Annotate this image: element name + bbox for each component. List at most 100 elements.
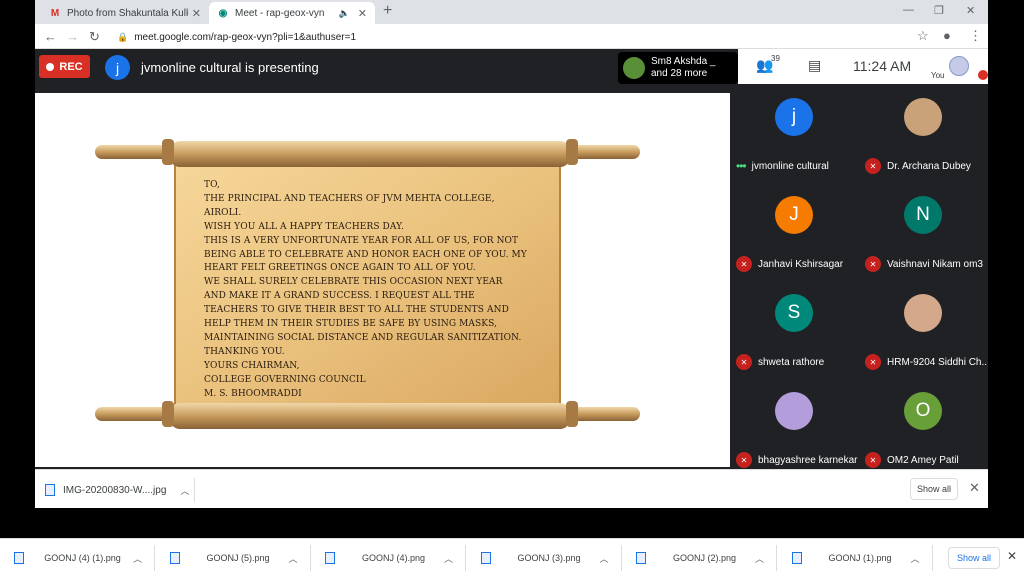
download-filename: IMG-20200830-W....jpg [63,484,167,496]
close-icon[interactable]: ✕ [969,480,980,496]
png-file-icon [14,552,24,564]
mic-off-icon: ✕ [865,452,881,468]
close-window-icon[interactable]: ✕ [966,4,975,17]
letter-text: To, The principal and teachers of JVM Meh… [204,179,549,402]
show-all-button[interactable]: Show all [910,478,958,500]
back-icon[interactable]: ← [44,29,57,44]
download-filename: GOONJ (4).png [361,553,425,563]
forward-icon[interactable]: → [66,29,79,44]
mic-off-icon: ✕ [736,452,752,468]
tab-meet[interactable]: ◉ Meet - rap-geox-vyn 🔈 ✕ [209,2,375,24]
participant-tile[interactable]: O ✕ OM2 Amey Patil [859,378,988,475]
participant-tile[interactable]: S ✕ shweta rathore [730,280,859,377]
letter-line: heart felt greetings once again to all o… [204,263,476,274]
image-file-icon [45,484,55,496]
chevron-up-icon[interactable]: ︿ [599,552,608,565]
chat-icon[interactable]: ▤ [808,57,821,74]
close-icon[interactable]: ✕ [1007,549,1017,563]
download-filename: GOONJ (3).png [517,553,581,563]
participant-tile[interactable]: ✕ HRM-9204 Siddhi Ch... [859,280,988,377]
avatar: O [904,392,942,430]
letter-line: This is a very unfortunate year for all … [204,235,519,246]
participant-name: HRM-9204 Siddhi Ch... [887,356,987,368]
letter-line: Wish you all a happy teachers day. [204,221,404,232]
download-filename: GOONJ (5).png [206,553,270,563]
chevron-up-icon[interactable]: ︿ [755,552,764,565]
tab-gmail[interactable]: M Photo from Shakuntala Kulkarni ✕ [41,2,209,24]
participant-name-row: ✕ Dr. Archana Dubey [865,157,987,175]
download-item[interactable]: IMG-20200830-W....jpg ︿ [45,478,195,502]
participant-tile[interactable]: ✕ Dr. Archana Dubey [859,84,988,181]
bottom-download-item[interactable]: GOONJ (5).png ︿ [156,545,311,571]
letter-line: We shall surely celebrate this occasion … [204,277,503,288]
download-filename: GOONJ (4) (1).png [44,553,121,563]
url-text: meet.google.com/rap-geox-vyn?pli=1&authu… [134,31,357,43]
meet-area: REC j jvmonline cultural is presenting S… [35,49,988,469]
chevron-up-icon[interactable]: ︿ [910,552,919,565]
participant-name-row: ✕ Janhavi Kshirsagar [736,255,858,273]
png-file-icon [325,552,335,564]
participant-name: Janhavi Kshirsagar [758,258,844,270]
self-mic-off-icon [978,70,988,80]
participant-name: shweta rathore [758,356,825,368]
url-field[interactable]: 🔒 meet.google.com/rap-geox-vyn?pli=1&aut… [117,28,937,46]
avatar [904,294,942,332]
reload-icon[interactable]: ↻ [89,29,100,45]
mic-off-icon: ✕ [865,354,881,370]
bottom-download-bar: GOONJ (1).png ︿ GOONJ (2).png ︿ GOONJ (3).pn… [0,538,1024,576]
chevron-up-icon[interactable]: ︿ [180,484,189,497]
close-tab-icon[interactable]: ✕ [192,7,201,20]
participant-name-row: ✕ shweta rathore [736,353,858,371]
download-filename: GOONJ (2).png [672,553,736,563]
maximize-icon[interactable]: ❐ [934,4,944,17]
presentation-screen: To, The principal and teachers of JVM Meh… [35,93,730,467]
meeting-controls: 👥 39 ▤ 11:24 AM You [738,49,988,84]
meet-icon: ◉ [218,7,228,19]
letter-line: College Governing Council [204,374,366,385]
bookmark-star-icon[interactable]: ☆ [917,28,929,44]
chevron-up-icon[interactable]: ︿ [133,552,142,565]
participant-count: 39 [771,54,780,63]
participant-tile[interactable]: N ✕ Vaishnavi Nikam om3 [859,182,988,279]
chevron-up-icon[interactable]: ︿ [288,552,297,565]
mic-off-icon: ✕ [865,256,881,272]
letter-line: Thanking you. [204,346,285,357]
lock-icon: 🔒 [117,31,129,42]
minimize-icon[interactable]: — [903,4,914,16]
png-file-icon [791,552,802,564]
participant-tile[interactable]: ✕ bhagyashree karnekar [730,378,859,475]
letter-line: M. S. Bhoomraddi [204,388,302,399]
speaker-icon[interactable]: 🔈 [339,8,350,19]
others-line2: and 28 more [651,68,708,79]
tab-title: Photo from Shakuntala Kulkarni [67,7,188,19]
letter-line: and make it a grand success. I request a… [204,291,475,302]
others-line1: Sm8 Akshda _ [651,56,716,67]
bottom-download-item[interactable]: GOONJ (3).png ︿ [467,545,622,571]
participant-tile[interactable]: j ••• jvmonline cultural [730,84,859,181]
avatar [775,392,813,430]
speaking-indicator-icon: ••• [736,159,747,173]
menu-icon[interactable]: ⋮ [969,28,982,44]
letter-line: maintaining social distance and regular … [204,332,522,343]
bottom-download-item[interactable]: GOONJ (4).png ︿ [311,545,466,571]
others-indicator[interactable]: Sm8 Akshda _ and 28 more [618,52,738,84]
bottom-download-item[interactable]: GOONJ (1).png ︿ [778,545,933,571]
close-tab-icon[interactable]: ✕ [358,7,367,20]
new-tab-button[interactable]: + [383,2,392,20]
presentation-topbar: REC j jvmonline cultural is presenting S… [35,49,738,93]
participant-tile[interactable]: J ✕ Janhavi Kshirsagar [730,182,859,279]
participant-name-row: ✕ HRM-9204 Siddhi Ch... [865,353,987,371]
clock: 11:24 AM [853,58,912,74]
gmail-icon: M [50,7,60,19]
recording-badge: REC [39,55,90,78]
participant-name: OM2 Amey Patil [887,454,959,466]
account-icon[interactable]: ● [943,28,951,43]
participant-name-row: ✕ bhagyashree karnekar [736,451,858,469]
avatar [623,57,645,79]
bottom-show-all-button[interactable]: Show all [948,547,1000,569]
bottom-download-item[interactable]: GOONJ (4) (1).png ︿ [0,545,155,571]
avatar: J [775,196,813,234]
chevron-up-icon[interactable]: ︿ [444,552,453,565]
bottom-download-item[interactable]: GOONJ (2).png ︿ [622,545,777,571]
self-avatar[interactable] [949,56,969,76]
